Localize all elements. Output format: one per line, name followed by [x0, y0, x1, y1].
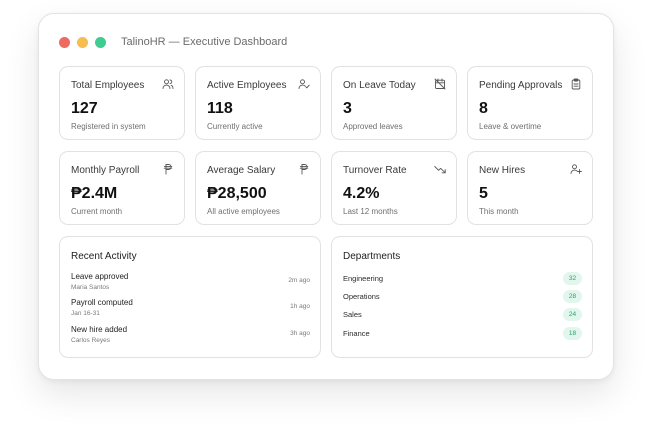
department-row[interactable]: Finance 18: [343, 327, 582, 341]
departments-panel: Departments Engineering 32 Operations 28…: [331, 236, 593, 358]
activity-title: Leave approved: [71, 272, 129, 281]
close-window-button[interactable]: [59, 37, 70, 48]
department-row[interactable]: Engineering 32: [343, 272, 582, 286]
stat-value: 118: [207, 100, 233, 117]
user-plus-icon: [570, 163, 582, 175]
stat-caption: Current month: [71, 207, 123, 216]
activity-subject: Jan 16-31: [71, 310, 100, 317]
stat-value: 4.2%: [343, 185, 380, 202]
activity-title: New hire added: [71, 325, 128, 334]
department-name: Engineering: [343, 274, 384, 283]
peso-icon: [298, 163, 310, 175]
stat-label: Total Employees: [71, 80, 145, 91]
stat-card-pending-approvals[interactable]: Pending Approvals 8 Leave & overtime: [467, 66, 593, 140]
calendar-off-icon: [434, 78, 446, 90]
stat-value: 3: [343, 100, 352, 117]
stat-card-turnover-rate[interactable]: Turnover Rate 4.2% Last 12 months: [331, 151, 457, 225]
stat-caption: Registered in system: [71, 122, 146, 131]
stat-card-total-employees[interactable]: Total Employees 127 Registered in system: [59, 66, 185, 140]
stat-card-average-salary[interactable]: Average Salary ₱28,500 All active employ…: [195, 151, 321, 225]
stat-label: On Leave Today: [343, 80, 416, 91]
stat-value: ₱2.4M: [71, 185, 118, 202]
maximize-window-button[interactable]: [95, 37, 106, 48]
department-count-badge: 18: [563, 327, 582, 340]
trending-down-icon: [434, 163, 446, 175]
department-count-badge: 32: [563, 272, 582, 285]
department-name: Sales: [343, 310, 362, 319]
activity-time: 2m ago: [288, 277, 310, 284]
activity-time: 3h ago: [290, 330, 310, 337]
stat-label: Average Salary: [207, 165, 276, 176]
users-icon: [162, 78, 174, 90]
clipboard-icon: [570, 78, 582, 90]
activity-subject: Carlos Reyes: [71, 337, 111, 344]
stat-label: New Hires: [479, 165, 526, 176]
recent-activity-title: Recent Activity: [71, 251, 137, 262]
activity-subject: Maria Santos: [71, 284, 110, 291]
stat-card-on-leave-today[interactable]: On Leave Today 3 Approved leaves: [331, 66, 457, 140]
department-row[interactable]: Operations 28: [343, 290, 582, 304]
stat-label: Monthly Payroll: [71, 165, 140, 176]
stat-value: 5: [479, 185, 488, 202]
stat-value: ₱28,500: [207, 185, 267, 202]
stat-card-new-hires[interactable]: New Hires 5 This month: [467, 151, 593, 225]
stat-label: Turnover Rate: [343, 165, 407, 176]
stat-caption: All active employees: [207, 207, 280, 216]
stat-card-active-employees[interactable]: Active Employees 118 Currently active: [195, 66, 321, 140]
activity-time: 1h ago: [290, 303, 310, 310]
stat-caption: This month: [479, 207, 519, 216]
minimize-window-button[interactable]: [77, 37, 88, 48]
activity-item[interactable]: New hire added Carlos Reyes 3h ago: [71, 325, 310, 347]
dashboard-window: TalinoHR — Executive Dashboard Total Emp…: [38, 13, 614, 380]
stat-label: Pending Approvals: [479, 80, 563, 91]
activity-item[interactable]: Payroll computed Jan 16-31 1h ago: [71, 298, 310, 320]
user-check-icon: [298, 78, 310, 90]
stat-card-monthly-payroll[interactable]: Monthly Payroll ₱2.4M Current month: [59, 151, 185, 225]
stat-value: 127: [71, 100, 98, 117]
peso-icon: [162, 163, 174, 175]
stat-caption: Leave & overtime: [479, 122, 542, 131]
department-name: Operations: [343, 292, 380, 301]
title-bar: TalinoHR — Executive Dashboard: [39, 14, 613, 66]
activity-title: Payroll computed: [71, 298, 133, 307]
stat-label: Active Employees: [207, 80, 287, 91]
window-title: TalinoHR — Executive Dashboard: [121, 36, 288, 48]
stat-caption: Approved leaves: [343, 122, 403, 131]
recent-activity-panel: Recent Activity Leave approved Maria San…: [59, 236, 321, 358]
department-name: Finance: [343, 329, 370, 338]
stat-value: 8: [479, 100, 488, 117]
department-count-badge: 24: [563, 308, 582, 321]
activity-item[interactable]: Leave approved Maria Santos 2m ago: [71, 272, 310, 294]
department-count-badge: 28: [563, 290, 582, 303]
stat-caption: Last 12 months: [343, 207, 398, 216]
department-row[interactable]: Sales 24: [343, 308, 582, 322]
stat-caption: Currently active: [207, 122, 263, 131]
departments-title: Departments: [343, 251, 401, 262]
